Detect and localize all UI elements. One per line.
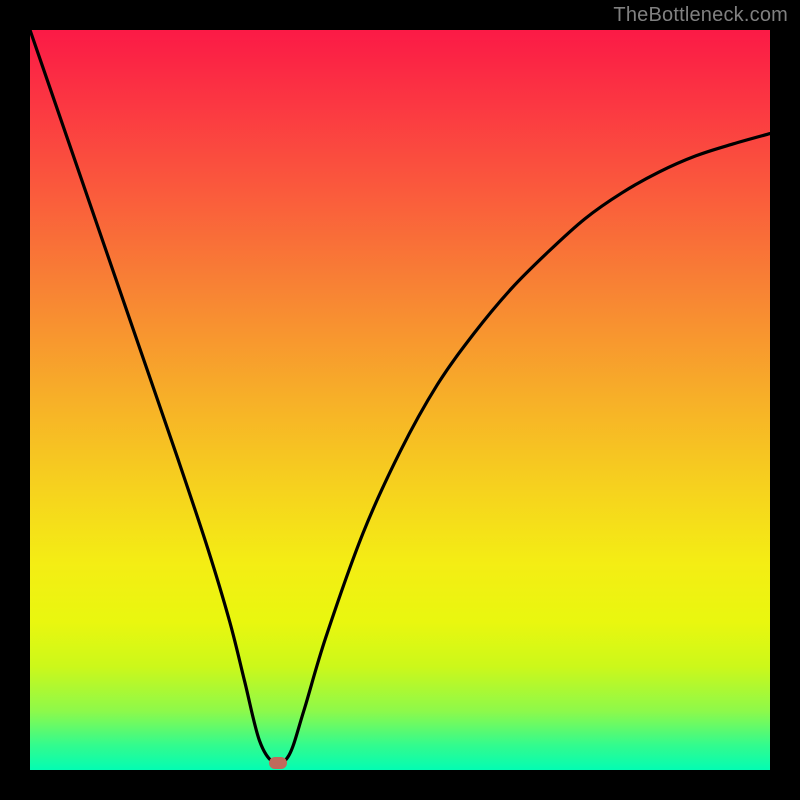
background-gradient: [30, 30, 770, 770]
optimum-marker: [269, 757, 287, 769]
plot-area: [30, 30, 770, 770]
chart-frame: TheBottleneck.com: [0, 0, 800, 800]
watermark-text: TheBottleneck.com: [613, 4, 788, 27]
